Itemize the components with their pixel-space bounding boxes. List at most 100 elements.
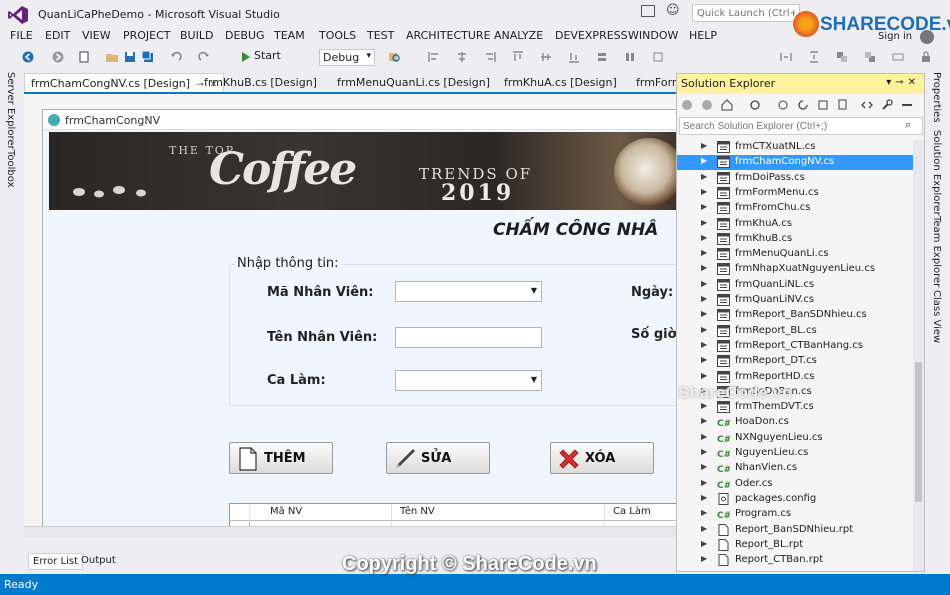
expand-arrow-icon[interactable]: ▶ [701,202,707,211]
back-icon[interactable] [681,99,693,111]
menu-test[interactable]: TEST [367,29,394,42]
sync-icon[interactable] [777,99,789,111]
forward-icon[interactable] [52,51,64,63]
form-frmchamcongnv[interactable]: frmChamCongNV THE TOP Coffee TRENDS OF 2… [42,109,676,538]
vertical-spacing-icon[interactable] [808,51,820,63]
solution-item[interactable]: ▶ frmReport_BanSDNhieu.cs [677,308,913,323]
open-folder-icon[interactable] [106,51,118,63]
solution-item[interactable]: ▶ Report_BL.rpt [677,538,913,553]
solution-item[interactable]: ▶ frmFormMenu.cs [677,186,913,201]
grid-header-ca-lam[interactable]: Ca Làm [605,504,676,521]
tab-output[interactable]: Output [77,553,120,570]
menu-analyze[interactable]: ANALYZE [494,29,543,42]
rail-tab-team-explorer[interactable]: Team Explorer [931,216,942,287]
expand-arrow-icon[interactable]: ▶ [701,340,707,349]
user-avatar-icon[interactable] [920,30,934,44]
form-designer-surface[interactable]: frmChamCongNV THE TOP Coffee TRENDS OF 2… [24,92,676,538]
save-all-icon[interactable] [142,51,154,63]
align-bottom-icon[interactable] [568,51,580,63]
undo-icon[interactable] [170,51,182,63]
expand-arrow-icon[interactable]: ▶ [701,263,707,272]
rail-tab-server-explorer[interactable]: Server Explorer [5,72,16,150]
ca-lam-combobox[interactable]: ▼ [395,370,542,391]
grid-header-ma-nv[interactable]: Mã NV [250,504,392,521]
bring-to-front-icon[interactable] [836,51,848,63]
find-in-files-icon[interactable] [388,51,400,63]
expand-arrow-icon[interactable]: ▶ [701,218,707,227]
ma-nhan-vien-combobox[interactable]: ▼ [395,281,542,302]
notifications-flag-icon[interactable] [641,5,655,17]
expand-arrow-icon[interactable]: ▶ [701,508,707,517]
expand-arrow-icon[interactable]: ▶ [701,539,707,548]
tab-frmmenuquanli-design[interactable]: frmMenuQuanLi.cs [Design] [331,73,496,92]
menu-build[interactable]: BUILD [180,29,213,42]
expand-arrow-icon[interactable]: ▶ [701,478,707,487]
make-same-height-icon[interactable] [624,51,636,63]
tab-order-icon[interactable] [892,51,904,63]
solution-item[interactable]: ▶ frmQuanLiNL.cs [677,278,913,293]
feedback-smiley-icon[interactable]: ☺ [666,3,680,18]
expand-arrow-icon[interactable]: ▶ [701,493,707,502]
expand-arrow-icon[interactable]: ▶ [701,156,707,165]
lock-controls-icon[interactable] [920,51,932,63]
them-button[interactable]: THÊM [229,442,333,474]
search-icon[interactable]: ⌕ [905,118,920,132]
redo-icon[interactable] [198,51,210,63]
expand-arrow-icon[interactable]: ▶ [701,462,707,471]
menu-file[interactable]: FILE [10,29,33,42]
solution-item[interactable]: ▶ C# Program.cs [677,507,913,522]
rail-tab-toolbox[interactable]: Toolbox [5,150,16,188]
menu-debug[interactable]: DEBUG [225,29,265,42]
expand-arrow-icon[interactable]: ▶ [701,432,707,441]
save-icon[interactable] [124,51,136,63]
expand-arrow-icon[interactable]: ▶ [701,279,707,288]
view-code-icon[interactable] [861,99,873,111]
expand-arrow-icon[interactable]: ▶ [701,248,707,257]
align-middle-icon[interactable] [540,51,552,63]
solution-item[interactable]: ▶ C# NXNguyenLieu.cs [677,431,913,446]
solution-item[interactable]: ▶ Report_BanSDNhieu.rpt [677,523,913,538]
solution-item[interactable]: ▶ frmDoiPass.cs [677,171,913,186]
align-right-icon[interactable] [484,51,496,63]
expand-arrow-icon[interactable]: ▶ [701,524,707,533]
solution-item[interactable]: ▶ frmKhuA.cs [677,217,913,232]
send-to-back-icon[interactable] [864,51,876,63]
solution-explorer-search-input[interactable] [679,117,923,135]
expand-arrow-icon[interactable]: ▶ [701,141,707,150]
expand-arrow-icon[interactable]: ▶ [701,309,707,318]
menu-tools[interactable]: TOOLS [319,29,356,42]
solution-item[interactable]: ▶ C# Oder.cs [677,477,913,492]
preview-icon[interactable] [901,99,913,111]
solution-item[interactable]: ▶ Report_CTBan.rpt [677,553,913,568]
menu-edit[interactable]: EDIT [45,29,70,42]
grid-header-ten-nv[interactable]: Tên NV [392,504,605,521]
align-center-icon[interactable] [456,51,468,63]
back-icon[interactable] [22,51,34,63]
menu-view[interactable]: VIEW [82,29,111,42]
make-same-width-icon[interactable] [596,51,608,63]
expand-arrow-icon[interactable]: ▶ [701,233,707,242]
sign-in-link[interactable]: Sign in [878,31,912,42]
solution-item[interactable]: ▶ C# HoaDon.cs [677,415,913,430]
pending-changes-icon[interactable] [749,99,761,111]
panel-window-buttons[interactable]: ▾⊸✕ [886,77,920,88]
forward-icon[interactable] [701,99,713,111]
solution-item[interactable]: ▶ frmQuanLiNV.cs [677,293,913,308]
scrollbar-thumb[interactable] [915,362,922,502]
sua-button[interactable]: SỬA [386,442,490,474]
solution-item[interactable]: ▶ frmReport_DT.cs [677,354,913,369]
collapse-all-icon[interactable] [817,99,829,111]
tab-frmchamcongnv-design[interactable]: frmChamCongNV.cs [Design] ⊸ ✕ [24,73,225,92]
refresh-icon[interactable] [797,99,809,111]
expand-arrow-icon[interactable]: ▶ [701,172,707,181]
horizontal-spacing-icon[interactable] [780,51,792,63]
start-debugging-button[interactable]: Start [240,49,281,66]
menu-help[interactable]: HELP [689,29,717,42]
expand-arrow-icon[interactable]: ▶ [701,554,707,563]
show-all-files-icon[interactable] [837,99,849,111]
rail-tab-properties[interactable]: Properties [931,72,942,123]
expand-arrow-icon[interactable]: ▶ [701,371,707,380]
solution-item[interactable]: ▶ frmReport_BL.cs [677,324,913,339]
tab-frmkhub-design[interactable]: frmKhuB.cs [Design] [198,73,323,92]
align-left-icon[interactable] [428,51,440,63]
